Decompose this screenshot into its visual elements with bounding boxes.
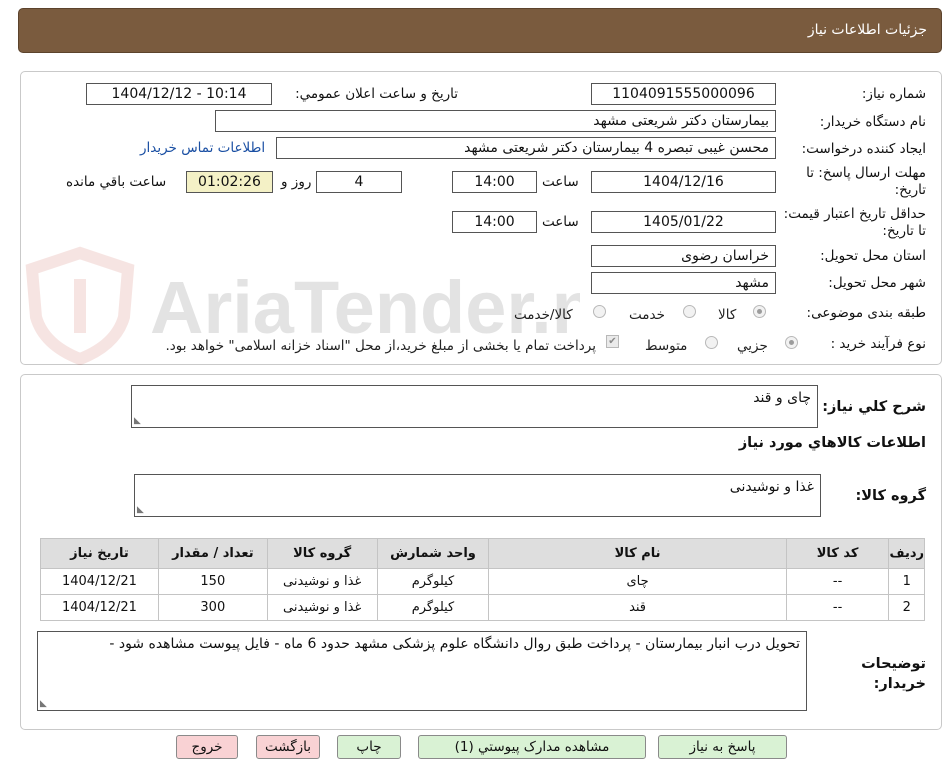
- category-radio-service[interactable]: [683, 305, 696, 318]
- table-row: 2 -- قند کیلوگرم غذا و نوشیدنی 300 1404/…: [40, 594, 925, 621]
- column-header-need-date: تاريخ نياز: [40, 538, 159, 569]
- view-attachments-button[interactable]: مشاهده مدارک پيوستي (1): [418, 735, 646, 759]
- goods-group-text: غذا و نوشیدنی: [729, 479, 814, 495]
- table-cell: --: [785, 568, 890, 595]
- category-label: طبقه بندی موضوعی:: [806, 305, 926, 321]
- delivery-province-label: استان محل تحويل:: [820, 248, 926, 264]
- table-cell: کیلوگرم: [376, 568, 490, 595]
- goods-group-textarea: غذا و نوشیدنی ◢: [134, 474, 821, 517]
- category-option-service: خدمت: [629, 307, 665, 323]
- column-header-goods-code: کد کالا: [785, 538, 890, 569]
- shield-icon: [25, 246, 135, 365]
- resize-grip-icon[interactable]: ◢: [137, 505, 144, 515]
- table-cell: غذا و نوشیدنی: [266, 594, 378, 621]
- days-remaining-field: 4: [316, 171, 402, 193]
- exit-button[interactable]: خروج: [176, 735, 238, 759]
- goods-table: رديف کد کالا نام کالا واحد شمارش گروه کا…: [40, 538, 925, 621]
- category-radio-goods-service[interactable]: [593, 305, 606, 318]
- resize-grip-icon[interactable]: ◢: [134, 416, 141, 426]
- need-description-textarea: چای و قند ◢: [131, 385, 818, 428]
- column-header-goods-name: نام کالا: [488, 538, 787, 569]
- need-description-text: چای و قند: [753, 390, 811, 406]
- process-option-medium: متوسط: [645, 338, 688, 354]
- need-description-label: شرح کلي نياز:: [822, 399, 926, 415]
- buyer-notes-text: تحویل درب انبار بیمارستان - پرداخت طبق ر…: [109, 636, 800, 652]
- announce-date-field: 1404/12/12 - 10:14: [86, 83, 272, 105]
- process-radio-minor[interactable]: [785, 336, 798, 349]
- price-validity-label: حداقل تاريخ اعتبار قيمت: تا تاريخ:: [783, 206, 926, 239]
- table-cell: غذا و نوشیدنی: [266, 568, 378, 595]
- remaining-time-field: 01:02:26: [186, 171, 273, 193]
- deadline-time-field: 14:00: [452, 171, 537, 193]
- table-cell: 1404/12/21: [40, 594, 159, 621]
- treasury-payment-checkbox[interactable]: ✔: [606, 335, 619, 348]
- days-label: روز و: [281, 174, 312, 190]
- column-header-unit: واحد شمارش: [376, 538, 490, 569]
- table-cell: --: [785, 594, 890, 621]
- deadline-time-label: ساعت: [542, 174, 579, 190]
- category-option-goods: کالا: [718, 307, 737, 323]
- process-radio-medium[interactable]: [705, 336, 718, 349]
- deadline-date-field: 1404/12/16: [591, 171, 776, 193]
- need-number-field: 1104091555000096: [591, 83, 776, 105]
- table-cell: چای: [488, 568, 787, 595]
- table-cell: 1: [888, 568, 925, 595]
- delivery-city-label: شهر محل تحويل:: [828, 275, 926, 291]
- table-cell: کیلوگرم: [376, 594, 490, 621]
- column-header-goods-group: گروه کالا: [266, 538, 378, 569]
- buyer-notes-textarea: تحویل درب انبار بیمارستان - پرداخت طبق ر…: [37, 631, 807, 711]
- goods-group-label: گروه کالا:: [855, 488, 926, 504]
- treasury-payment-note: پرداخت تمام يا بخشی از مبلغ خريد،از محل …: [165, 338, 596, 354]
- category-radio-goods[interactable]: [753, 305, 766, 318]
- buyer-notes-label: توضيحات خريدار:: [861, 656, 926, 692]
- requester-label: ايجاد کننده درخواست:: [801, 141, 926, 157]
- column-header-quantity: تعداد / مقدار: [157, 538, 268, 569]
- buyer-org-field: بیمارستان دکتر شریعتی مشهد: [215, 110, 776, 132]
- need-number-label: شماره نیاز:: [861, 86, 926, 102]
- table-cell: 1404/12/21: [40, 568, 159, 595]
- goods-table-header: رديف کد کالا نام کالا واحد شمارش گروه کا…: [40, 538, 925, 569]
- delivery-province-field: خراسان رضوی: [591, 245, 776, 267]
- table-row: 1 -- چای کیلوگرم غذا و نوشیدنی 150 1404/…: [40, 568, 925, 595]
- remaining-time-label: ساعت باقي مانده: [66, 174, 167, 190]
- table-cell: قند: [488, 594, 787, 621]
- purchase-process-label: نوع فرآیند خرید :: [830, 336, 926, 352]
- reply-to-need-button[interactable]: پاسخ به نياز: [658, 735, 787, 759]
- price-validity-time-label: ساعت: [542, 214, 579, 230]
- back-button[interactable]: بازگشت: [256, 735, 320, 759]
- page-header: جزئیات اطلاعات نیاز: [18, 8, 942, 53]
- announce-date-label: تاریخ و ساعت اعلان عمومي:: [295, 86, 458, 102]
- category-option-goods-service: کالا/خدمت: [514, 307, 573, 323]
- price-validity-date-field: 1405/01/22: [591, 211, 776, 233]
- column-header-row-number: رديف: [888, 538, 925, 569]
- table-cell: 300: [157, 594, 268, 621]
- table-cell: 2: [888, 594, 925, 621]
- delivery-city-field: مشهد: [591, 272, 776, 294]
- print-button[interactable]: چاپ: [337, 735, 401, 759]
- deadline-label: مهلت ارسال پاسخ: تا تاريخ:: [806, 165, 926, 198]
- goods-info-title: اطلاعات کالاهاي مورد نياز: [738, 435, 926, 451]
- buyer-org-label: نام دستگاه خريدار:: [819, 114, 926, 130]
- price-validity-time-field: 14:00: [452, 211, 537, 233]
- process-option-minor: جزیي: [737, 338, 768, 354]
- buyer-contact-link[interactable]: اطلاعات تماس خريدار: [140, 140, 265, 156]
- resize-grip-icon[interactable]: ◢: [40, 699, 47, 709]
- table-cell: 150: [157, 568, 268, 595]
- requester-field: محسن غیبی تبصره 4 بیمارستان دکتر شریعتی …: [276, 137, 776, 159]
- page-title: جزئیات اطلاعات نیاز: [807, 22, 927, 38]
